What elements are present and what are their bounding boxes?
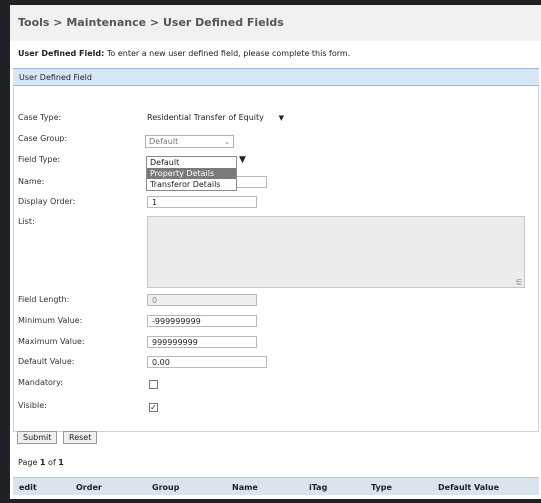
mandatory-label: Mandatory:	[18, 378, 64, 387]
case-type-select[interactable]: Residential Transfer of Equity ▼	[147, 112, 287, 125]
case-type-value: Residential Transfer of Equity	[147, 113, 264, 122]
case-group-dropdown: Default Property Details Transferor Deta…	[146, 156, 237, 191]
list-textarea[interactable]: ⋸	[147, 216, 525, 288]
mandatory-checkbox[interactable]	[149, 380, 158, 389]
intro-text: To enter a new user defined field, pleas…	[104, 49, 351, 58]
field-length-input: 0	[147, 294, 257, 306]
pager-of: of	[45, 458, 59, 467]
case-group-label: Case Group:	[18, 134, 68, 143]
column-header-default-value[interactable]: Default Value	[438, 483, 499, 492]
default-value-label: Default Value:	[18, 357, 75, 366]
column-header-group[interactable]: Group	[152, 483, 179, 492]
results-table-header: edit Order Group Name iTag Type Default …	[13, 477, 539, 495]
case-group-option-highlighted[interactable]: Property Details	[147, 168, 236, 179]
case-group-option[interactable]: Transferor Details	[147, 179, 236, 190]
reset-button[interactable]: Reset	[63, 431, 98, 444]
case-group-value: Default	[149, 137, 179, 146]
list-label: List:	[18, 217, 35, 226]
visible-checkbox[interactable]: ✓	[149, 403, 158, 412]
minimum-value-label: Minimum Value:	[18, 316, 83, 325]
name-label: Name:	[18, 177, 45, 186]
pager-prefix: Page	[18, 458, 40, 467]
visible-label: Visible:	[18, 401, 47, 410]
resize-grip-icon[interactable]: ⋸	[516, 278, 522, 286]
case-group-option[interactable]: Default	[147, 157, 236, 168]
breadcrumb: Tools > Maintenance > User Defined Field…	[10, 5, 541, 41]
column-header-type[interactable]: Type	[371, 483, 392, 492]
display-order-input[interactable]: 1	[147, 196, 257, 208]
case-type-label: Case Type:	[18, 113, 62, 122]
field-type-label: Field Type:	[18, 155, 61, 164]
display-order-label: Display Order:	[18, 197, 76, 206]
case-group-select[interactable]: Default ⌄	[145, 135, 234, 148]
column-header-itag[interactable]: iTag	[309, 483, 327, 492]
chevron-down-icon: ▼	[278, 114, 284, 122]
chevron-down-icon: ▼	[239, 155, 246, 165]
pager: Page 1 of 1	[18, 458, 64, 467]
maximum-value-label: Maximum Value:	[18, 337, 85, 346]
maximum-value-input[interactable]: 999999999	[147, 336, 257, 348]
column-header-order[interactable]: Order	[76, 483, 102, 492]
submit-button[interactable]: Submit	[17, 431, 58, 444]
pager-total: 1	[58, 458, 64, 467]
chevron-down-icon: ⌄	[224, 138, 230, 146]
column-header-name[interactable]: Name	[232, 483, 258, 492]
form-intro: User Defined Field: To enter a new user …	[18, 49, 350, 58]
column-header-edit[interactable]: edit	[19, 483, 37, 492]
section-title: User Defined Field	[13, 68, 539, 86]
default-value-input[interactable]: 0.00	[147, 356, 267, 368]
user-defined-fields-panel: Tools > Maintenance > User Defined Field…	[10, 5, 541, 499]
intro-label: User Defined Field:	[18, 49, 105, 58]
field-type-select-chevron[interactable]: ▼	[239, 155, 246, 165]
minimum-value-input[interactable]: -999999999	[147, 315, 257, 327]
field-length-label: Field Length:	[18, 295, 70, 304]
